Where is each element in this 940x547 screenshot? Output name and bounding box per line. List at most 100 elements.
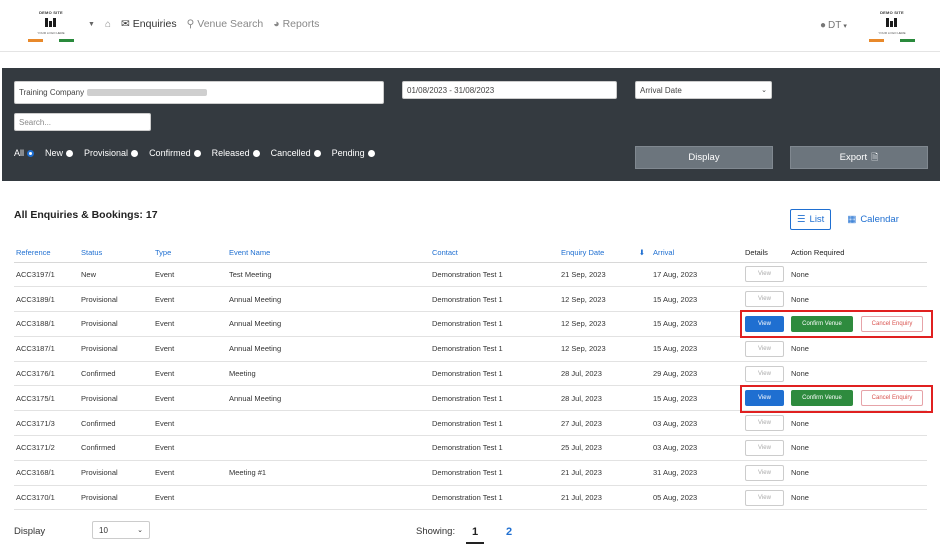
contact-cell: Demonstration Test 1 xyxy=(430,336,559,362)
export-button[interactable]: Export 🗎 xyxy=(790,146,928,169)
col-status[interactable]: Status xyxy=(79,244,153,263)
enquiry-date-cell: 12 Sep, 2023 xyxy=(559,311,651,337)
logo-mark-icon xyxy=(45,18,57,27)
search-input[interactable]: Search... xyxy=(14,113,151,131)
date-type-select[interactable]: Arrival Date ⌄ xyxy=(635,81,772,99)
nav-venue-search[interactable]: ⚲ Venue Search xyxy=(187,18,264,30)
status-radio-new[interactable]: New xyxy=(45,148,74,158)
event-name-cell xyxy=(227,435,430,461)
status-radio-pending[interactable]: Pending xyxy=(332,148,375,158)
page-size-select[interactable]: 10 ⌄ xyxy=(92,521,150,539)
status-cell: Provisional xyxy=(79,460,153,486)
status-cell: Confirmed xyxy=(79,361,153,387)
contact-cell: Demonstration Test 1 xyxy=(430,311,559,337)
view-button[interactable]: View xyxy=(745,365,784,382)
status-filter: All New Provisional Confirmed Released C… xyxy=(14,148,375,158)
page-size-value: 10 xyxy=(99,525,108,535)
status-cell: Provisional xyxy=(79,336,153,362)
enquiry-date-cell: 12 Sep, 2023 xyxy=(559,286,651,313)
logo-tagline: YOUR LOGO HERE xyxy=(37,31,65,35)
action-text: None xyxy=(791,493,809,503)
enquiry-date-cell: 28 Jul, 2023 xyxy=(559,385,651,412)
enquiry-date-cell: 28 Jul, 2023 xyxy=(559,361,651,387)
company-value: Training Company xyxy=(19,88,85,97)
status-label: Released xyxy=(211,148,250,158)
arrival-cell: 29 Aug, 2023 xyxy=(651,361,743,387)
showing-label: Showing: xyxy=(416,526,456,537)
search-placeholder: Search... xyxy=(19,117,52,127)
page-size-label: Display xyxy=(14,526,46,537)
details-cell: View xyxy=(743,460,789,486)
status-radio-cancelled[interactable]: Cancelled xyxy=(271,148,321,158)
status-cell: Provisional xyxy=(79,286,153,313)
col-arrival[interactable]: Arrival xyxy=(651,244,743,263)
enquiries-table: Reference Status Type Event Name Contact… xyxy=(14,244,927,511)
display-button[interactable]: Display xyxy=(635,146,773,169)
type-cell: Event xyxy=(153,410,227,437)
status-radio-confirmed[interactable]: Confirmed xyxy=(149,148,201,158)
contact-cell: Demonstration Test 1 xyxy=(430,460,559,486)
chevron-down-icon: ⌄ xyxy=(137,527,143,534)
calendar-view-button[interactable]: ▦ Calendar xyxy=(841,209,905,230)
radio-icon xyxy=(131,149,139,157)
pie-chart-icon: ◕ xyxy=(273,18,280,30)
view-button[interactable]: View xyxy=(745,464,784,481)
type-cell: Event xyxy=(153,435,227,461)
arrival-cell: 15 Aug, 2023 xyxy=(651,286,743,313)
table-row: ACC3197/1 New Event Test Meeting Demonstrati… xyxy=(14,262,927,288)
list-view-button[interactable]: ☰ List xyxy=(790,209,832,230)
table-row: ACC3176/1 Confirmed Event Meeting Demonstrat… xyxy=(14,361,927,387)
table-row: ACC3189/1 Provisional Event Annual Meeting D… xyxy=(14,286,927,313)
calendar-view-label: Calendar xyxy=(860,214,899,225)
client-logo: DEMO SITE YOUR LOGO HERE xyxy=(869,8,915,42)
nav-enquiries[interactable]: ✉ Enquiries xyxy=(121,18,177,30)
nav-reports[interactable]: ◕ Reports xyxy=(273,18,319,30)
top-nav: DEMO SITE YOUR LOGO HERE ▼ ⌂ ✉ Enquiries… xyxy=(0,0,940,52)
sort-arrow-down-icon: ⬇ xyxy=(638,248,645,258)
col-contact[interactable]: Contact xyxy=(430,244,559,263)
details-cell: View xyxy=(743,435,789,461)
home-icon[interactable]: ⌂ xyxy=(105,19,111,30)
contact-cell: Demonstration Test 1 xyxy=(430,435,559,461)
view-button[interactable]: View xyxy=(745,489,784,506)
view-toggle: ☰ List ▦ Calendar xyxy=(790,209,905,230)
date-range-input[interactable]: 01/08/2023 - 31/08/2023 xyxy=(402,81,617,99)
reference-cell: ACC3170/1 xyxy=(14,485,79,511)
status-radio-provisional[interactable]: Provisional xyxy=(84,148,139,158)
radio-icon xyxy=(66,149,74,157)
arrival-cell: 03 Aug, 2023 xyxy=(651,410,743,437)
reference-cell: ACC3189/1 xyxy=(14,286,79,313)
menu-caret-icon[interactable]: ▼ xyxy=(88,21,95,28)
col-reference[interactable]: Reference xyxy=(14,244,79,263)
col-event-name[interactable]: Event Name xyxy=(227,244,430,263)
arrival-cell: 15 Aug, 2023 xyxy=(651,311,743,337)
user-menu[interactable]: ● DT ▾ xyxy=(820,20,847,31)
radio-selected-icon xyxy=(27,149,35,157)
view-button[interactable]: View xyxy=(745,439,784,456)
view-button[interactable]: View xyxy=(745,266,784,283)
view-button[interactable]: View xyxy=(745,291,784,308)
view-button[interactable]: View xyxy=(745,340,784,357)
col-type[interactable]: Type xyxy=(153,244,227,263)
section-title: All Enquiries & Bookings: 17 xyxy=(14,209,158,221)
action-required-cell: None xyxy=(789,485,927,511)
list-view-label: List xyxy=(809,214,825,225)
details-cell: View xyxy=(743,262,789,288)
nav-enquiries-label: Enquiries xyxy=(132,18,177,30)
page-1[interactable]: 1 xyxy=(466,526,485,544)
envelope-icon: ✉ xyxy=(120,18,130,30)
page-2[interactable]: 2 xyxy=(506,526,512,538)
company-select[interactable]: Training Company xyxy=(14,81,384,104)
export-button-label: Export xyxy=(839,152,868,163)
view-button[interactable]: View xyxy=(745,415,784,432)
status-radio-all[interactable]: All xyxy=(14,148,35,158)
type-cell: Event xyxy=(153,336,227,362)
contact-cell: Demonstration Test 1 xyxy=(430,286,559,313)
status-radio-released[interactable]: Released xyxy=(212,148,260,158)
user-icon: ● xyxy=(820,20,827,31)
site-logo[interactable]: DEMO SITE YOUR LOGO HERE xyxy=(28,8,74,42)
section-title-text: All Enquiries & Bookings: xyxy=(14,209,143,221)
logo-title: DEMO SITE xyxy=(39,10,63,15)
col-enquiry-date[interactable]: Enquiry Date ⬇ xyxy=(559,244,651,263)
event-name-cell xyxy=(227,485,430,511)
